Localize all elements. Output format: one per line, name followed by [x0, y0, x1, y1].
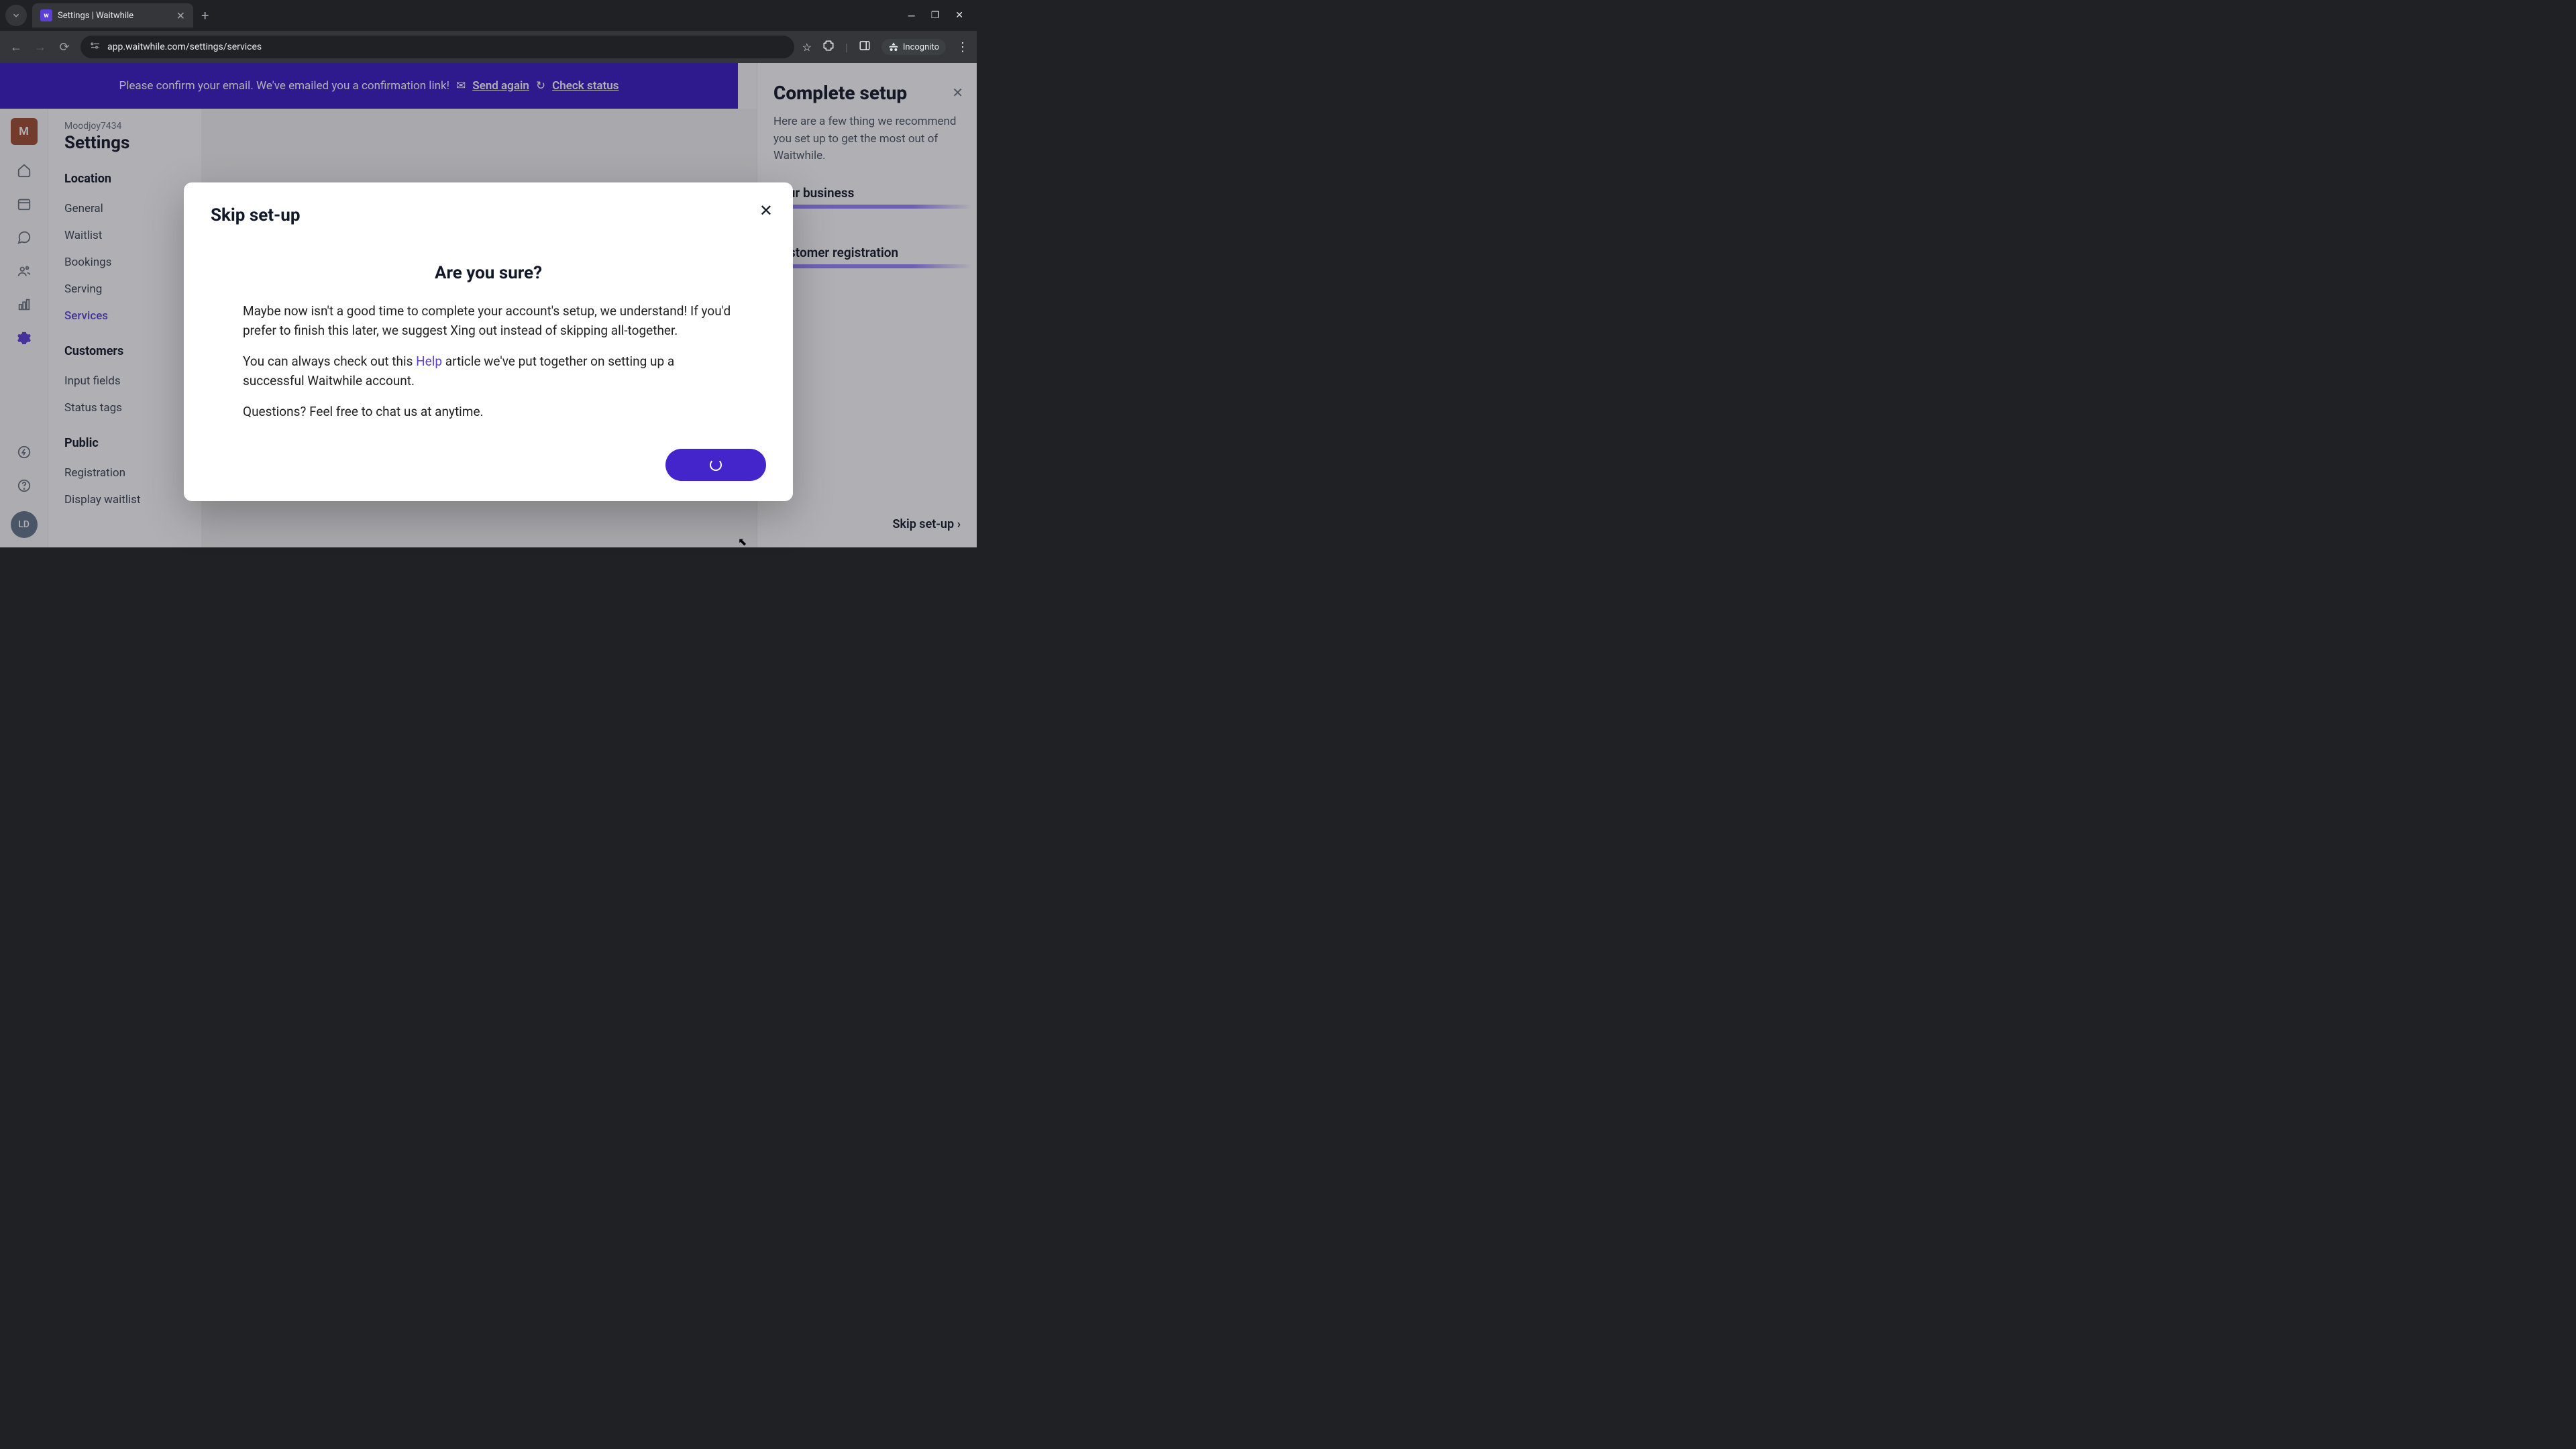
loading-spinner-icon: [710, 459, 722, 471]
url-input[interactable]: app.waitwhile.com/settings/services: [80, 36, 794, 58]
window-minimize-icon[interactable]: ─: [908, 10, 915, 21]
sidepanel-icon[interactable]: [859, 40, 871, 54]
tab-close-icon[interactable]: ✕: [176, 9, 185, 22]
app-root: Please confirm your email. We've emailed…: [0, 63, 977, 547]
skip-setup-modal: Skip set-up ✕ Are you sure? Maybe now is…: [184, 182, 793, 501]
window-close-icon[interactable]: ✕: [955, 10, 963, 21]
modal-close-icon[interactable]: ✕: [759, 201, 773, 220]
modal-paragraph-3: Questions? Feel free to chat us at anyti…: [243, 402, 734, 422]
window-controls: ─ ❐ ✕: [908, 10, 971, 21]
browser-tab[interactable]: w Settings | Waitwhile ✕: [32, 3, 193, 28]
address-bar: ← → ⟳ app.waitwhile.com/settings/service…: [0, 31, 977, 63]
modal-paragraph-1: Maybe now isn't a good time to complete …: [243, 302, 734, 340]
modal-title: Skip set-up: [211, 205, 766, 225]
window-maximize-icon[interactable]: ❐: [931, 10, 940, 21]
new-tab-button[interactable]: +: [201, 7, 209, 23]
modal-heading: Are you sure?: [211, 263, 766, 283]
browser-tab-strip: w Settings | Waitwhile ✕ + ─ ❐ ✕: [0, 0, 977, 31]
confirm-skip-button[interactable]: [665, 449, 766, 481]
tab-search-button[interactable]: [5, 5, 27, 26]
reload-button[interactable]: ⟳: [56, 40, 72, 54]
modal-body: Maybe now isn't a good time to complete …: [243, 302, 734, 422]
forward-button[interactable]: →: [32, 40, 48, 54]
url-text: app.waitwhile.com/settings/services: [107, 42, 262, 52]
site-settings-icon[interactable]: [90, 40, 101, 54]
incognito-badge[interactable]: Incognito: [881, 39, 946, 55]
tab-title: Settings | Waitwhile: [58, 11, 171, 21]
back-button[interactable]: ←: [8, 40, 24, 54]
bookmark-icon[interactable]: ☆: [802, 41, 812, 54]
help-link[interactable]: Help: [416, 354, 442, 369]
incognito-label: Incognito: [903, 42, 939, 52]
tab-favicon-icon: w: [40, 9, 52, 21]
browser-menu-icon[interactable]: ⋮: [957, 40, 969, 54]
extensions-icon[interactable]: [822, 40, 835, 54]
modal-paragraph-2: You can always check out this Help artic…: [243, 352, 734, 390]
